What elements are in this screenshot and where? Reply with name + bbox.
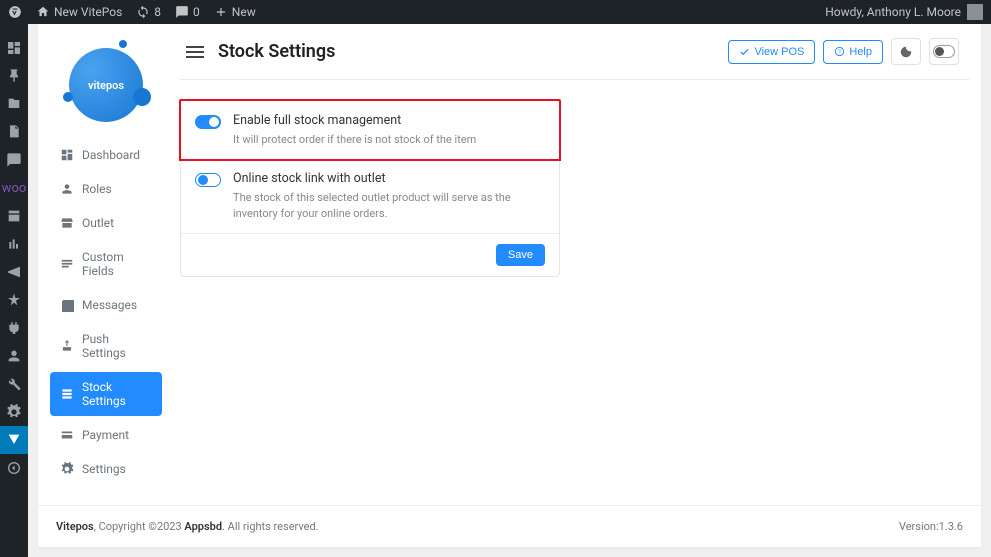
layout-toggle[interactable] <box>929 38 959 65</box>
wp-menu-dashboard[interactable] <box>0 34 28 62</box>
fields-icon <box>60 257 74 271</box>
updates-link[interactable]: 8 <box>136 5 161 19</box>
sidebar-item-label: Dashboard <box>82 148 140 162</box>
app-sidebar: vitepos Dashboard Roles Outlet Custom Fi… <box>38 24 168 505</box>
page-title: Stock Settings <box>218 41 335 62</box>
setting-desc: The stock of this selected outlet produc… <box>233 190 545 221</box>
wp-menu-marketing[interactable] <box>0 258 28 286</box>
wp-admin-bar: New VitePos 8 0 New Howdy, Anthony L. Mo… <box>0 0 991 24</box>
wp-menu-analytics[interactable] <box>0 230 28 258</box>
view-pos-button[interactable]: View POS <box>728 40 815 64</box>
push-icon <box>60 339 74 353</box>
wp-menu-settings[interactable] <box>0 398 28 426</box>
payment-icon <box>60 428 74 442</box>
setting-title: Enable full stock management <box>233 113 545 128</box>
comments-link[interactable]: 0 <box>175 5 200 19</box>
users-icon <box>60 182 74 196</box>
save-button[interactable]: Save <box>496 244 545 266</box>
site-link[interactable]: New VitePos <box>36 5 122 19</box>
store-icon <box>60 216 74 230</box>
logo: vitepos <box>50 36 162 140</box>
wp-logo[interactable] <box>8 5 22 19</box>
sidebar-item-dashboard[interactable]: Dashboard <box>50 140 162 170</box>
sidebar-item-label: Push Settings <box>82 332 152 360</box>
sidebar-item-custom-fields[interactable]: Custom Fields <box>50 242 162 286</box>
setting-enable-full-stock: Enable full stock management It will pro… <box>179 99 561 161</box>
wp-menu-appearance[interactable] <box>0 286 28 314</box>
sidebar-item-label: Stock Settings <box>82 380 152 408</box>
wp-menu-woo[interactable]: woo <box>0 174 28 202</box>
toggle-online-stock-link[interactable] <box>195 173 221 187</box>
new-link[interactable]: New <box>214 5 256 19</box>
sidebar-item-label: Outlet <box>82 216 114 230</box>
wp-menu-tools[interactable] <box>0 370 28 398</box>
help-button[interactable]: ?Help <box>823 40 883 64</box>
wp-admin-sidebar: woo <box>0 24 28 557</box>
setting-title: Online stock link with outlet <box>233 171 545 186</box>
dark-mode-toggle[interactable] <box>891 38 921 65</box>
wp-menu-comments[interactable] <box>0 146 28 174</box>
wp-menu-media[interactable] <box>0 90 28 118</box>
sidebar-item-label: Roles <box>82 182 112 196</box>
wp-menu-collapse[interactable] <box>0 454 28 482</box>
wp-menu-vitepos[interactable] <box>0 426 28 454</box>
wp-menu-pin[interactable] <box>0 62 28 90</box>
sidebar-item-payment[interactable]: Payment <box>50 420 162 450</box>
setting-online-stock-link: Online stock link with outlet The stock … <box>181 159 559 233</box>
sidebar-item-push-settings[interactable]: Push Settings <box>50 324 162 368</box>
sidebar-item-messages[interactable]: Messages <box>50 290 162 320</box>
app-footer: Vitepos, Copyright ©2023 Appsbd. All rig… <box>38 505 981 547</box>
howdy-user[interactable]: Howdy, Anthony L. Moore <box>825 5 961 19</box>
sidebar-item-label: Custom Fields <box>82 250 152 278</box>
stock-icon <box>60 387 74 401</box>
toggle-enable-full-stock[interactable] <box>195 115 221 129</box>
sidebar-item-stock-settings[interactable]: Stock Settings <box>50 372 162 416</box>
sidebar-item-roles[interactable]: Roles <box>50 174 162 204</box>
menu-toggle[interactable] <box>186 43 204 61</box>
dashboard-icon <box>60 148 74 162</box>
settings-panel: Enable full stock management It will pro… <box>180 100 560 277</box>
sidebar-item-label: Settings <box>82 462 126 476</box>
sidebar-item-settings[interactable]: Settings <box>50 454 162 484</box>
svg-text:?: ? <box>838 49 841 55</box>
user-avatar[interactable] <box>967 4 983 20</box>
wp-menu-plugins[interactable] <box>0 314 28 342</box>
gear-icon <box>60 462 74 476</box>
sidebar-item-label: Payment <box>82 428 129 442</box>
setting-desc: It will protect order if there is not st… <box>233 132 545 147</box>
message-icon <box>60 298 74 312</box>
wp-menu-users[interactable] <box>0 342 28 370</box>
wp-menu-pages[interactable] <box>0 118 28 146</box>
sidebar-item-outlet[interactable]: Outlet <box>50 208 162 238</box>
sidebar-item-label: Messages <box>82 298 137 312</box>
wp-menu-products[interactable] <box>0 202 28 230</box>
